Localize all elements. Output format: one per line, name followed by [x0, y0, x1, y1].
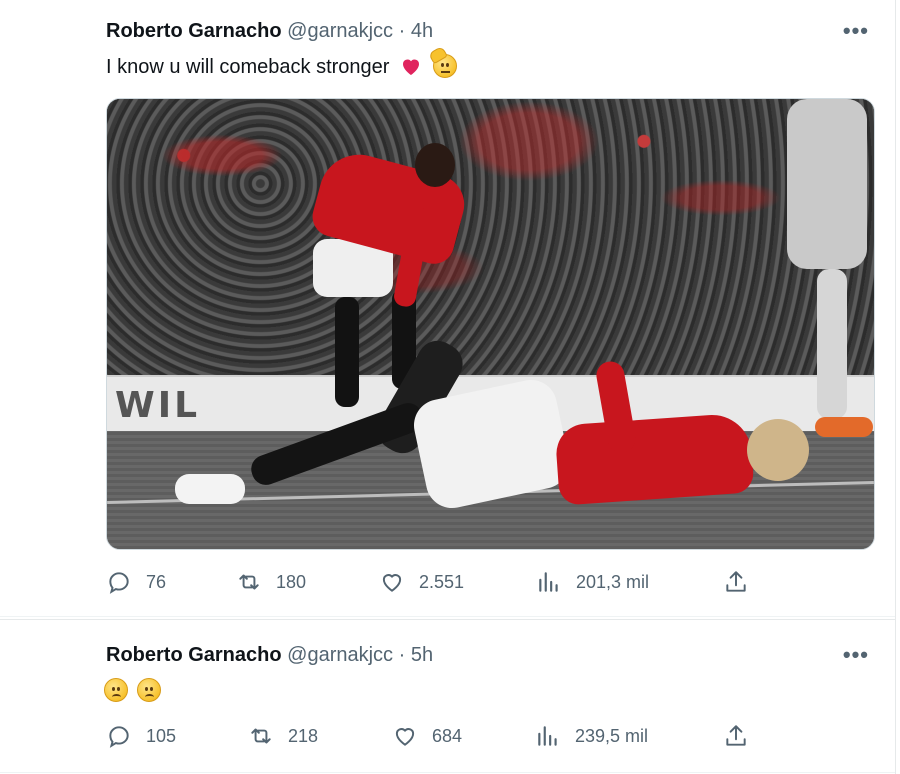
like-count: 684 [432, 725, 463, 746]
board-text: WIL [115, 385, 201, 426]
reply-icon [109, 572, 129, 594]
tweet-text-body: I know u will comeback stronger [106, 56, 390, 78]
timeline-border [895, 0, 896, 774]
tweet-actions: 76 180 2.551 201,3 mil [0, 569, 895, 599]
tweet-text [104, 678, 161, 703]
more-options-button[interactable]: ••• [843, 18, 869, 44]
heart-icon [395, 728, 415, 746]
separator: · [398, 644, 406, 666]
like-button[interactable]: 684 [392, 723, 462, 749]
reply-icon [109, 726, 129, 748]
injured-player [554, 412, 755, 506]
retweet-icon [239, 574, 259, 590]
views-count: 201,3 mil [576, 571, 650, 592]
separator: · [398, 20, 406, 42]
tweet-header: Roberto Garnacho @garnakjcc · 4h [106, 20, 433, 43]
slightly-frowning-face-emoji [136, 678, 161, 702]
red-heart-emoji [398, 54, 424, 78]
tweet-header: Roberto Garnacho @garnakjcc · 5h [106, 644, 433, 667]
opposing-player [787, 99, 867, 269]
views-count: 239,5 mil [575, 725, 649, 746]
more-icon: ••• [842, 642, 869, 667]
like-button[interactable]: 2.551 [379, 569, 464, 595]
share-button[interactable] [723, 723, 749, 749]
heart-icon [382, 574, 402, 592]
views-icon [538, 726, 557, 746]
author-name[interactable]: Roberto Garnacho [106, 20, 282, 42]
author-handle[interactable]: @garnakjcc [287, 644, 393, 666]
slightly-frowning-face-emoji [104, 678, 128, 702]
saluting-face-emoji [427, 45, 457, 78]
tweet-actions: 105 218 684 239,5 mil [0, 723, 895, 753]
retweet-button[interactable]: 218 [248, 723, 318, 749]
timestamp[interactable]: 5h [411, 644, 433, 666]
reply-button[interactable]: 105 [106, 723, 176, 749]
reply-button[interactable]: 76 [106, 569, 166, 595]
author-handle[interactable]: @garnakjcc [287, 20, 393, 42]
retweet-count: 180 [276, 571, 307, 592]
share-icon [726, 725, 746, 746]
share-button[interactable] [723, 569, 749, 595]
views-button[interactable]: 239,5 mil [535, 723, 648, 749]
tweet-media-image[interactable]: WIL [106, 98, 875, 550]
tweet[interactable]: Roberto Garnacho @garnakjcc · 5h ••• 105… [0, 619, 895, 773]
share-icon [726, 571, 746, 592]
like-count: 2.551 [419, 571, 465, 592]
retweet-button[interactable]: 180 [236, 569, 306, 595]
retweet-count: 218 [288, 725, 319, 746]
reply-count: 105 [146, 725, 177, 746]
views-icon [539, 572, 558, 592]
author-name[interactable]: Roberto Garnacho [106, 644, 282, 666]
more-options-button[interactable]: ••• [843, 642, 869, 668]
tweet-text: I know u will comeback stronger [106, 45, 457, 79]
timestamp[interactable]: 4h [411, 20, 433, 42]
tweet[interactable]: Roberto Garnacho @garnakjcc · 4h ••• I k… [0, 0, 895, 617]
reply-count: 76 [146, 571, 167, 592]
more-icon: ••• [842, 18, 869, 43]
views-button[interactable]: 201,3 mil [536, 569, 649, 595]
retweet-icon [251, 728, 271, 744]
